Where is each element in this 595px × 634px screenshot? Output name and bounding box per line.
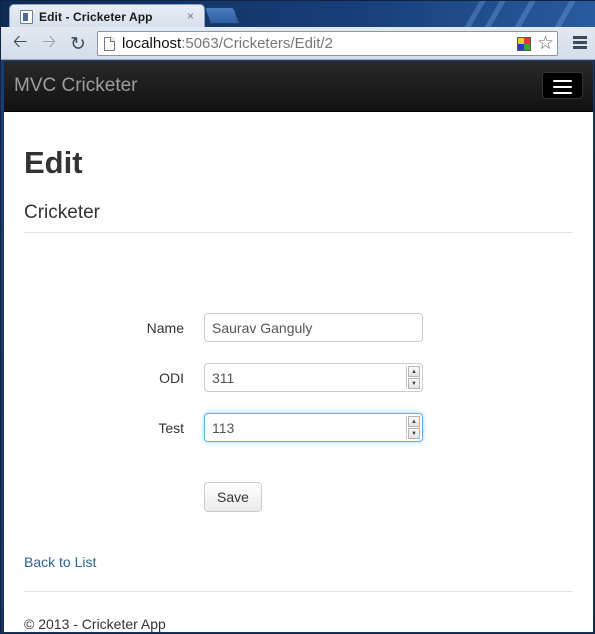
address-bar[interactable]: localhost:5063/Cricketers/Edit/2 ☆ <box>97 31 558 56</box>
menu-icon[interactable] <box>573 36 587 50</box>
extension-icon[interactable] <box>517 37 531 51</box>
decorative-streak <box>506 1 542 27</box>
reload-icon[interactable]: ↻ <box>67 33 89 55</box>
back-arrow-icon[interactable]: 🡠 <box>9 31 31 55</box>
spin-up-icon[interactable]: ▲ <box>408 416 420 427</box>
odi-spinner: ▲ ▼ <box>406 366 420 389</box>
url-host: localhost <box>122 35 182 52</box>
page-title: Edit <box>24 145 83 180</box>
spin-down-icon[interactable]: ▼ <box>408 378 420 389</box>
browser-toolbar: 🡠 🡢 ↻ localhost:5063/Cricketers/Edit/2 ☆ <box>1 27 595 60</box>
url-path: :5063/Cricketers/Edit/2 <box>181 35 333 52</box>
app-navbar: MVC Cricketer <box>4 61 593 112</box>
name-input[interactable] <box>204 313 423 342</box>
test-input[interactable] <box>204 413 423 442</box>
forward-arrow-icon[interactable]: 🡢 <box>38 31 60 55</box>
star-icon[interactable]: ☆ <box>537 32 554 55</box>
page-favicon-icon <box>20 9 33 24</box>
browser-tab[interactable]: Edit - Cricketer App × <box>9 4 205 27</box>
spin-up-icon[interactable]: ▲ <box>408 366 420 377</box>
divider <box>24 232 573 233</box>
new-tab-button[interactable] <box>203 7 241 24</box>
navbar-brand[interactable]: MVC Cricketer <box>14 75 138 97</box>
spin-down-icon[interactable]: ▼ <box>408 428 420 439</box>
close-tab-icon[interactable]: × <box>187 9 194 23</box>
odi-label: ODI <box>159 370 184 386</box>
form-subtitle: Cricketer <box>24 202 101 223</box>
divider <box>24 591 573 592</box>
title-bar: Edit - Cricketer App × <box>1 1 595 27</box>
hamburger-icon[interactable] <box>542 72 583 99</box>
odi-input[interactable] <box>204 363 423 392</box>
name-label: Name <box>146 320 184 336</box>
test-spinner: ▲ ▼ <box>406 416 420 439</box>
tab-title: Edit - Cricketer App <box>39 9 153 24</box>
browser-window: Edit - Cricketer App × 🡠 🡢 ↻ localhost:5… <box>0 0 595 634</box>
decorative-streak <box>546 1 582 27</box>
footer-text: © 2013 - Cricketer App <box>24 616 166 632</box>
back-to-list-link[interactable]: Back to List <box>24 554 96 570</box>
test-label: Test <box>158 420 184 436</box>
page-icon <box>104 36 115 51</box>
page-viewport: MVC Cricketer Edit Cricketer Name ODI ▲ … <box>4 61 593 632</box>
save-button[interactable]: Save <box>204 482 262 512</box>
